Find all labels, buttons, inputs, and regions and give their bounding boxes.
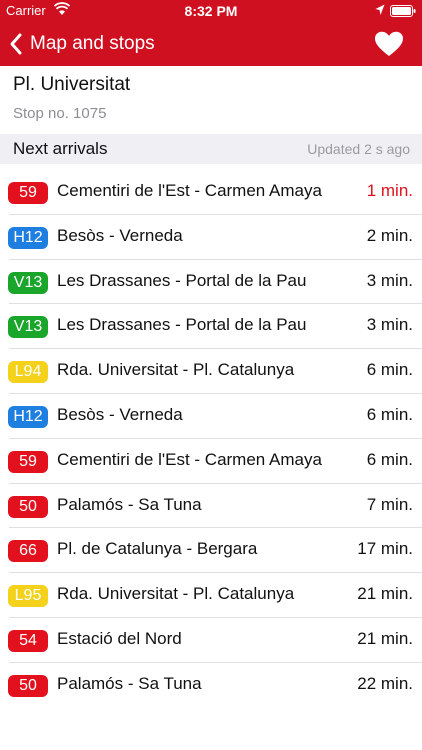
- destination-label: Palamós - Sa Tuna: [57, 673, 202, 693]
- destination-label: Rda. Universitat - Pl. Catalunya: [57, 584, 295, 604]
- arrival-row[interactable]: H12 Besòs - Verneda 6 min.: [0, 394, 422, 439]
- line-badge: L95: [8, 585, 48, 608]
- section-title: Next arrivals: [13, 139, 108, 158]
- destination-label: Les Drassanes - Portal de la Pau: [57, 270, 307, 290]
- arrival-row[interactable]: L95 Rda. Universitat - Pl. Catalunya 21 mi…: [0, 573, 422, 618]
- arrival-row[interactable]: V13 Les Drassanes - Portal de la Pau 3 min…: [0, 260, 422, 305]
- destination-label: Les Drassanes - Portal de la Pau: [57, 315, 307, 335]
- back-button[interactable]: Map and stops: [8, 30, 155, 58]
- navigation-bar: Map and stops: [0, 22, 422, 66]
- location-arrow-icon: [375, 4, 385, 15]
- destination-label: Cementiri de l'Est - Carmen Amaya: [57, 181, 322, 200]
- line-badge: V13: [8, 271, 48, 294]
- destination-label: Besòs - Verneda: [57, 404, 183, 424]
- arrival-time: 17 min.: [357, 539, 413, 559]
- arrival-row[interactable]: H12 Besòs - Verneda 2 min.: [0, 215, 422, 260]
- arrival-time: 1 min.: [366, 181, 413, 200]
- destination-label: Rda. Universitat - Pl. Catalunya: [57, 360, 295, 380]
- arrival-row[interactable]: L94 Rda. Universitat - Pl. Catalunya 6 min…: [0, 349, 422, 394]
- arrival-row[interactable]: V13 Les Drassanes - Portal de la Pau 3 min…: [0, 304, 422, 349]
- arrival-time: 3 min.: [366, 315, 413, 335]
- arrival-time: 6 min.: [366, 360, 413, 380]
- arrival-time: 21 min.: [357, 628, 413, 648]
- arrival-time: 7 min.: [366, 494, 413, 514]
- status-bar: Carrier 8:32 PM: [0, 0, 422, 22]
- line-badge: V13: [8, 316, 48, 339]
- line-badge: 50: [8, 495, 48, 518]
- line-badge: 50: [8, 674, 48, 697]
- destination-label: Palamós - Sa Tuna: [57, 494, 202, 514]
- status-time: 8:32 PM: [184, 3, 238, 19]
- battery-icon: [390, 5, 416, 17]
- line-badge: 54: [8, 629, 48, 652]
- stop-name: Pl. Universitat: [13, 74, 131, 95]
- line-badge: 66: [8, 540, 48, 563]
- arrivals-section-header: Next arrivals Updated 2 s ago: [0, 134, 422, 164]
- line-badge: L94: [8, 361, 48, 384]
- arrival-row[interactable]: 66 Pl. de Catalunya - Bergara 17 min.: [0, 528, 422, 573]
- arrival-row[interactable]: 59 Cementiri de l'Est - Carmen Amaya 6 min…: [0, 439, 422, 484]
- stop-header: Pl. Universitat Stop no. 1075: [0, 66, 422, 134]
- destination-label: Estació del Nord: [57, 628, 182, 648]
- back-label: Map and stops: [30, 33, 155, 54]
- updated-label: Updated 2 s ago: [307, 141, 410, 157]
- line-badge: 59: [8, 182, 48, 204]
- arrival-time: 3 min.: [366, 270, 413, 290]
- arrival-row[interactable]: 50 Palamós - Sa Tuna 7 min.: [0, 484, 422, 529]
- arrival-row[interactable]: 59 Cementiri de l'Est - Carmen Amaya 1 min…: [0, 170, 422, 215]
- arrival-time: 6 min.: [366, 449, 413, 469]
- arrival-time: 6 min.: [366, 404, 413, 424]
- destination-label: Pl. de Catalunya - Bergara: [57, 539, 258, 559]
- arrival-time: 22 min.: [357, 673, 413, 693]
- destination-label: Besòs - Verneda: [57, 225, 183, 245]
- chevron-left-icon: [10, 33, 22, 55]
- stop-number: Stop no. 1075: [13, 105, 107, 122]
- destination-label: Cementiri de l'Est - Carmen Amaya: [57, 449, 322, 469]
- arrival-time: 21 min.: [357, 584, 413, 604]
- line-badge: H12: [8, 405, 48, 428]
- arrivals-list: 59 Cementiri de l'Est - Carmen Amaya 1 min…: [0, 170, 422, 708]
- heart-icon[interactable]: [374, 31, 404, 57]
- arrival-row[interactable]: 50 Palamós - Sa Tuna 22 min.: [0, 663, 422, 708]
- line-badge: H12: [8, 226, 48, 249]
- line-badge: 59: [8, 450, 48, 473]
- arrival-time: 2 min.: [366, 225, 413, 245]
- arrival-row[interactable]: 54 Estació del Nord 21 min.: [0, 618, 422, 663]
